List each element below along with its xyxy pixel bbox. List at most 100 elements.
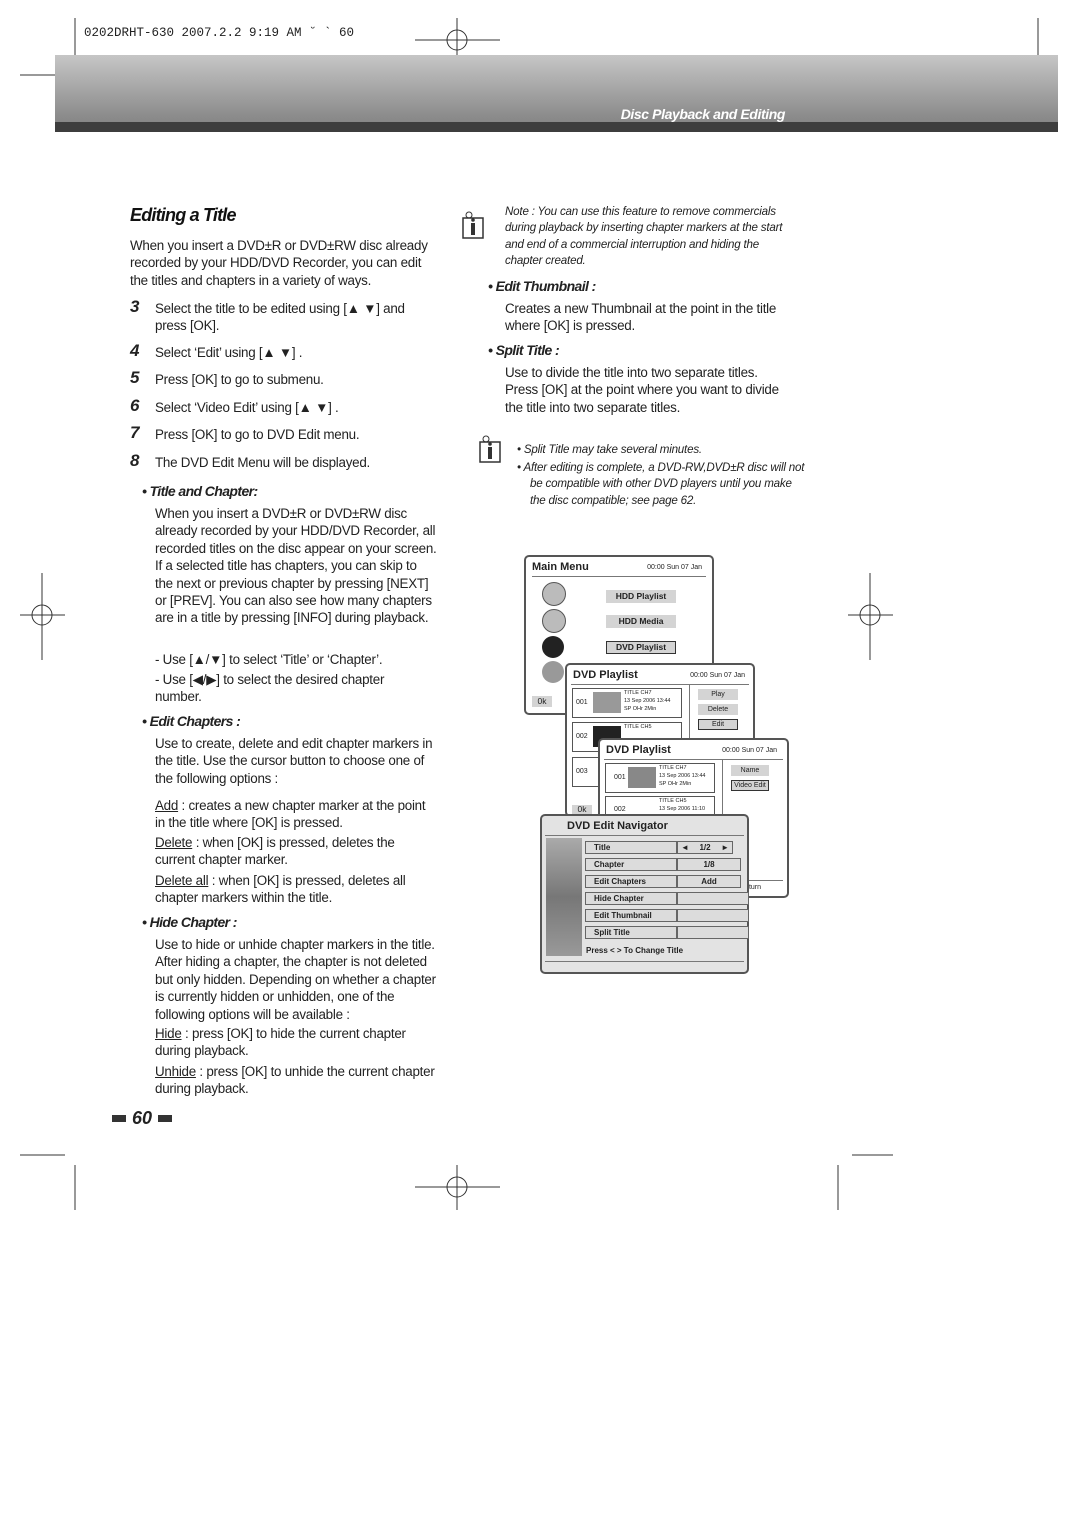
option-term: Hide — [155, 1026, 182, 1041]
option-desc: : creates a new chapter marker at the po… — [155, 798, 426, 831]
title-chapter-use2: - Use [◀/▶] to select the desired chapte… — [155, 672, 385, 705]
ok-button[interactable]: 0k — [572, 805, 592, 814]
screen-time: 00:00 Sun 07 Jan — [690, 672, 745, 679]
row-number: 001 — [576, 699, 588, 706]
header-band — [55, 55, 1058, 132]
print-slug: 0202DRHT-630 2007.2.2 9:19 AM ˘ ` 60 — [84, 26, 355, 40]
screen-title: DVD Playlist — [606, 744, 671, 756]
play-button[interactable]: Play — [698, 689, 738, 700]
dvd-playlist-button[interactable]: DVD Playlist — [606, 641, 676, 654]
step-text: Press [OK] to go to DVD Edit menu. — [155, 427, 360, 442]
option-unhide: Unhide : press [OK] to unhide the curren… — [155, 1063, 437, 1098]
nav-value-chapter: 1/8 — [677, 858, 741, 871]
row-date: 13 Sep 2006 11:10 — [659, 806, 706, 812]
hdd-playlist-button[interactable]: HDD Playlist — [606, 590, 676, 603]
step-text: Select ‘Edit’ using [▲ ▼] . — [155, 345, 303, 360]
title-chapter-use1: - Use [▲/▼] to select ‘Title’ or ‘Chapte… — [155, 652, 383, 667]
step-number: 4 — [130, 341, 140, 360]
nav-value-empty — [677, 892, 749, 905]
step-text: Press [OK] to go to submenu. — [155, 372, 324, 387]
row-date: 13 Sep 2006 13:44 — [624, 698, 671, 704]
hdd-icon — [542, 582, 566, 606]
manual-page: 0202DRHT-630 2007.2.2 9:19 AM ˘ ` 60 Dis… — [0, 0, 1080, 1528]
subheading-split-title: • Split Title : — [488, 342, 560, 358]
note-bullet: • After editing is complete, a DVD-RW,DV… — [517, 461, 805, 507]
page-number-text: 60 — [132, 1108, 153, 1128]
page-number: 60 — [112, 1108, 173, 1129]
square-decoration — [158, 1115, 173, 1122]
thumbnail — [628, 767, 656, 788]
option-term: Delete all — [155, 873, 209, 888]
dvd-icon — [542, 636, 564, 658]
step-number: 8 — [130, 451, 140, 470]
nav-row-edit-thumbnail[interactable]: Edit Thumbnail — [585, 909, 677, 922]
subheading-edit-thumbnail: • Edit Thumbnail : — [488, 278, 596, 294]
row-title: TITLE CH7 — [624, 690, 652, 696]
row-info: SP OHr 2Min — [624, 706, 657, 712]
nav-row-chapter[interactable]: Chapter — [585, 858, 677, 871]
nav-value-empty — [677, 909, 749, 922]
hdd-icon — [542, 609, 566, 633]
screen-title: DVD Playlist — [573, 669, 638, 681]
ok-button[interactable]: 0k — [532, 696, 552, 707]
screen-time: 00:00 Sun 07 Jan — [722, 747, 777, 754]
row-title: TITLE CH7 — [659, 765, 687, 771]
row-number: 002 — [576, 733, 588, 740]
row-number: 002 — [614, 806, 626, 813]
nav-row-split-title[interactable]: Split Title — [585, 926, 677, 939]
title-row[interactable]: 001 TITLE CH7 13 Sep 2006 13:44 SP OHr 2… — [572, 688, 682, 718]
step-number: 6 — [130, 396, 140, 415]
option-desc: : press [OK] to unhide the current chapt… — [155, 1064, 435, 1097]
section-title: Disc Playback and Editing — [620, 106, 786, 122]
row-number: 001 — [614, 774, 626, 781]
right-arrow-icon[interactable]: ► — [721, 842, 732, 853]
nav-row-edit-chapters[interactable]: Edit Chapters — [585, 875, 677, 888]
square-decoration — [112, 1115, 126, 1122]
page-heading: Editing a Title — [130, 205, 236, 225]
hide-chapter-text: Use to hide or unhide chapter markers in… — [155, 937, 436, 1022]
dvd-edit-navigator-screen: DVD Edit Navigator Title ◄ 1/2 ► Chapter 1… — [540, 814, 749, 974]
screen-title: Main Menu — [532, 561, 589, 573]
header-strip — [55, 122, 1058, 132]
info-icon — [462, 211, 484, 239]
row-date: 13 Sep 2006 13:44 — [659, 773, 706, 779]
step-text: Select the title to be edited using [▲ ▼… — [155, 301, 405, 334]
delete-button[interactable]: Delete — [698, 704, 738, 715]
edit-chapters-text: Use to create, delete and edit chapter m… — [155, 736, 433, 786]
nav-value-empty — [677, 926, 749, 939]
note-text: Note : You can use this feature to remov… — [505, 205, 783, 267]
thumbnail — [593, 692, 621, 713]
subheading-hide-chapter: • Hide Chapter : — [142, 914, 237, 930]
option-term: Unhide — [155, 1064, 196, 1079]
title-chapter-text: When you insert a DVD±R or DVD±RW disc a… — [155, 506, 437, 626]
hdd-media-button[interactable]: HDD Media — [606, 615, 676, 628]
row-info: SP OHr 2Min — [659, 781, 692, 787]
option-hide: Hide : press [OK] to hide the current ch… — [155, 1025, 437, 1060]
media-icon — [542, 661, 564, 683]
edit-button[interactable]: Edit — [698, 719, 738, 730]
screen-title: DVD Edit Navigator — [567, 820, 668, 832]
nav-row-hide-chapter[interactable]: Hide Chapter — [585, 892, 677, 905]
nav-row-title[interactable]: Title — [585, 841, 677, 854]
note-bullet: • Split Title may take several minutes. — [517, 443, 702, 456]
video-edit-button[interactable]: Video Edit — [731, 780, 769, 791]
name-button[interactable]: Name — [731, 765, 769, 776]
title-row[interactable]: 001 TITLE CH7 13 Sep 2006 13:44 SP OHr 2… — [605, 763, 715, 793]
option-term: Delete — [155, 835, 193, 850]
row-number: 003 — [576, 768, 588, 775]
option-term: Add — [155, 798, 179, 813]
title-value: 1/2 — [699, 843, 711, 852]
navigator-hint: Press < > To Change Title — [586, 946, 684, 955]
edit-thumbnail-text: Creates a new Thumbnail at the point in … — [505, 301, 777, 334]
step-text: The DVD Edit Menu will be displayed. — [155, 455, 371, 470]
subheading-title-chapter: • Title and Chapter: — [142, 483, 258, 499]
left-arrow-icon[interactable]: ◄ — [678, 842, 689, 853]
nav-value-title[interactable]: ◄ 1/2 ► — [677, 841, 733, 854]
step-text: Select ‘Video Edit’ using [▲ ▼] . — [155, 400, 339, 415]
nav-value-edit-chapters[interactable]: Add — [677, 875, 741, 888]
option-delete-all: Delete all : when [OK] is pressed, delet… — [155, 872, 437, 907]
navigator-artwork — [546, 838, 582, 956]
split-title-text: Use to divide the title into two separat… — [505, 365, 779, 415]
row-title: TITLE CH5 — [624, 724, 652, 730]
step-number: 7 — [130, 423, 140, 442]
